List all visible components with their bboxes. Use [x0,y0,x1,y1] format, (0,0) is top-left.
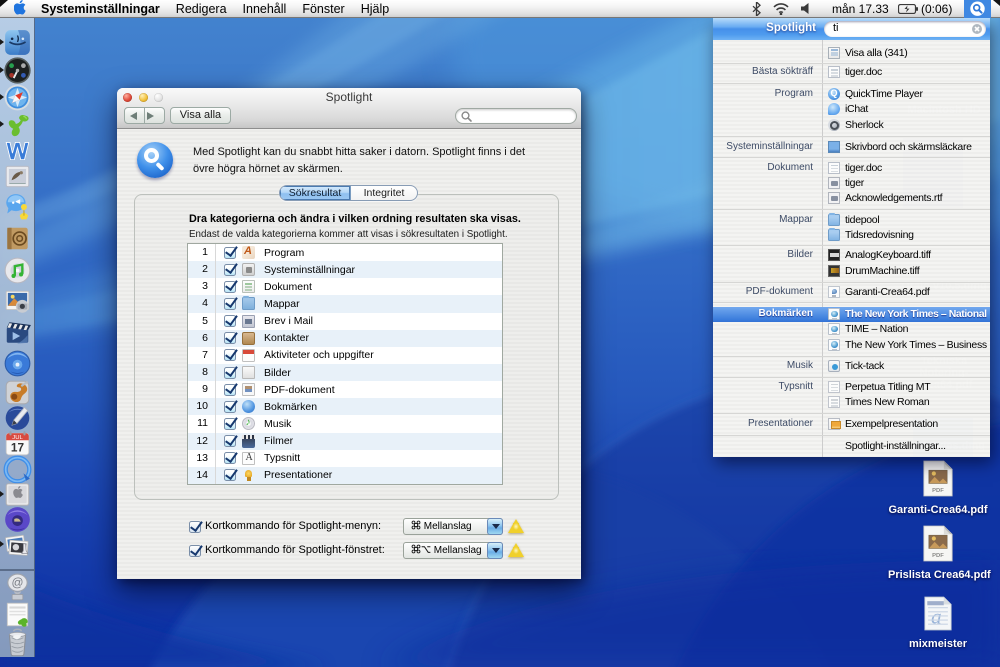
svg-text:PDF: PDF [932,553,944,559]
svg-text:PDF: PDF [932,488,944,494]
svg-text:17: 17 [11,440,25,454]
svg-text:JUL: JUL [12,435,23,441]
svg-text:@: @ [12,575,24,589]
